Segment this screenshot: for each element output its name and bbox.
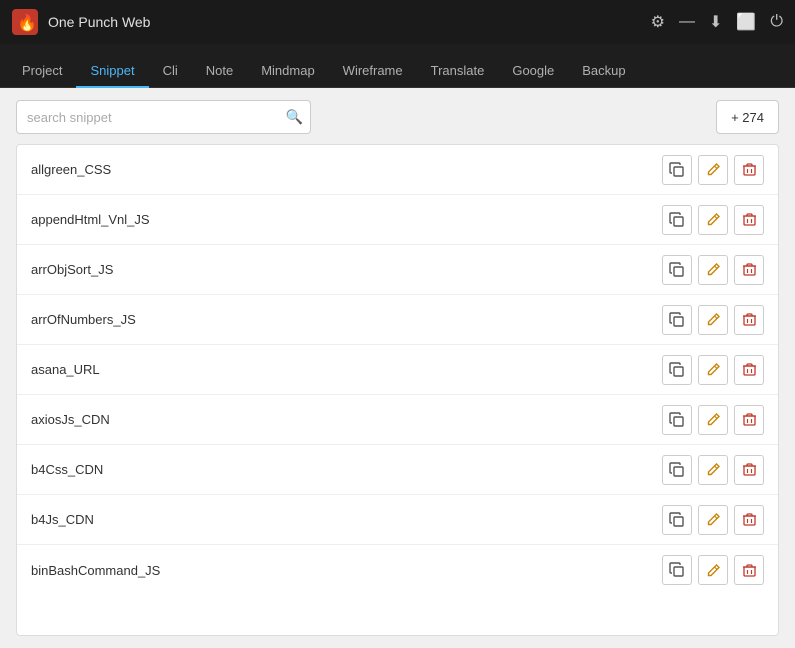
title-bar: 🔥 One Punch Web ⚙ ― ⬇ ⬜ ⏻ bbox=[0, 0, 795, 44]
nav-bar: Project Snippet Cli Note Mindmap Wirefra… bbox=[0, 44, 795, 88]
copy-button-5[interactable] bbox=[662, 405, 692, 435]
edit-button-1[interactable] bbox=[698, 205, 728, 235]
edit-button-7[interactable] bbox=[698, 505, 728, 535]
tab-project[interactable]: Project bbox=[8, 55, 76, 88]
item-actions-5 bbox=[662, 405, 764, 435]
item-name-1: appendHtml_Vnl_JS bbox=[31, 212, 662, 227]
tab-backup[interactable]: Backup bbox=[568, 55, 639, 88]
item-actions-2 bbox=[662, 255, 764, 285]
item-actions-3 bbox=[662, 305, 764, 335]
delete-button-7[interactable] bbox=[734, 505, 764, 535]
copy-button-6[interactable] bbox=[662, 455, 692, 485]
app-logo: 🔥 bbox=[12, 9, 38, 35]
delete-button-8[interactable] bbox=[734, 555, 764, 585]
delete-button-6[interactable] bbox=[734, 455, 764, 485]
list-item: arrOfNumbers_JS bbox=[17, 295, 778, 345]
search-input[interactable] bbox=[16, 100, 311, 134]
item-name-7: b4Js_CDN bbox=[31, 512, 662, 527]
item-actions-6 bbox=[662, 455, 764, 485]
edit-button-0[interactable] bbox=[698, 155, 728, 185]
search-input-wrapper: 🔍 bbox=[16, 100, 311, 134]
maximize-icon[interactable]: ⬜ bbox=[736, 12, 756, 32]
delete-button-5[interactable] bbox=[734, 405, 764, 435]
copy-button-0[interactable] bbox=[662, 155, 692, 185]
item-name-6: b4Css_CDN bbox=[31, 462, 662, 477]
list-item: binBashCommand_JS bbox=[17, 545, 778, 595]
delete-button-3[interactable] bbox=[734, 305, 764, 335]
edit-button-5[interactable] bbox=[698, 405, 728, 435]
copy-button-7[interactable] bbox=[662, 505, 692, 535]
tab-wireframe[interactable]: Wireframe bbox=[329, 55, 417, 88]
item-name-2: arrObjSort_JS bbox=[31, 262, 662, 277]
item-actions-8 bbox=[662, 555, 764, 585]
list-item: allgreen_CSS bbox=[17, 145, 778, 195]
list-item: appendHtml_Vnl_JS bbox=[17, 195, 778, 245]
tab-google[interactable]: Google bbox=[498, 55, 568, 88]
copy-button-4[interactable] bbox=[662, 355, 692, 385]
snippet-list-container: allgreen_CSS bbox=[16, 144, 779, 636]
tab-mindmap[interactable]: Mindmap bbox=[247, 55, 328, 88]
list-item: b4Css_CDN bbox=[17, 445, 778, 495]
minimize-icon[interactable]: ― bbox=[679, 13, 695, 31]
copy-button-2[interactable] bbox=[662, 255, 692, 285]
item-actions-0 bbox=[662, 155, 764, 185]
edit-button-3[interactable] bbox=[698, 305, 728, 335]
delete-button-4[interactable] bbox=[734, 355, 764, 385]
item-actions-4 bbox=[662, 355, 764, 385]
item-name-8: binBashCommand_JS bbox=[31, 563, 662, 578]
list-item: arrObjSort_JS bbox=[17, 245, 778, 295]
item-name-3: arrOfNumbers_JS bbox=[31, 312, 662, 327]
content-area: 🔍 + 274 allgreen_CSS bbox=[0, 88, 795, 648]
item-name-5: axiosJs_CDN bbox=[31, 412, 662, 427]
delete-button-2[interactable] bbox=[734, 255, 764, 285]
item-actions-1 bbox=[662, 205, 764, 235]
list-item: b4Js_CDN bbox=[17, 495, 778, 545]
tab-cli[interactable]: Cli bbox=[149, 55, 192, 88]
edit-button-6[interactable] bbox=[698, 455, 728, 485]
list-item: asana_URL bbox=[17, 345, 778, 395]
title-bar-left: 🔥 One Punch Web bbox=[12, 9, 150, 35]
gear-icon[interactable]: ⚙ bbox=[651, 12, 665, 32]
delete-button-0[interactable] bbox=[734, 155, 764, 185]
snippet-list-scroll[interactable]: allgreen_CSS bbox=[17, 145, 778, 635]
copy-button-3[interactable] bbox=[662, 305, 692, 335]
item-name-4: asana_URL bbox=[31, 362, 662, 377]
list-item: axiosJs_CDN bbox=[17, 395, 778, 445]
tab-translate[interactable]: Translate bbox=[417, 55, 499, 88]
search-bar: 🔍 + 274 bbox=[16, 100, 779, 134]
power-icon[interactable]: ⏻ bbox=[770, 13, 783, 31]
item-name-0: allgreen_CSS bbox=[31, 162, 662, 177]
item-actions-7 bbox=[662, 505, 764, 535]
copy-button-1[interactable] bbox=[662, 205, 692, 235]
add-snippet-button[interactable]: + 274 bbox=[716, 100, 779, 134]
edit-button-4[interactable] bbox=[698, 355, 728, 385]
edit-button-8[interactable] bbox=[698, 555, 728, 585]
edit-button-2[interactable] bbox=[698, 255, 728, 285]
app-title: One Punch Web bbox=[48, 14, 150, 30]
title-bar-right: ⚙ ― ⬇ ⬜ ⏻ bbox=[651, 12, 783, 32]
tab-note[interactable]: Note bbox=[192, 55, 247, 88]
tab-snippet[interactable]: Snippet bbox=[76, 55, 148, 88]
svg-text:🔥: 🔥 bbox=[17, 13, 37, 32]
copy-button-8[interactable] bbox=[662, 555, 692, 585]
delete-button-1[interactable] bbox=[734, 205, 764, 235]
download-icon[interactable]: ⬇ bbox=[709, 12, 722, 32]
